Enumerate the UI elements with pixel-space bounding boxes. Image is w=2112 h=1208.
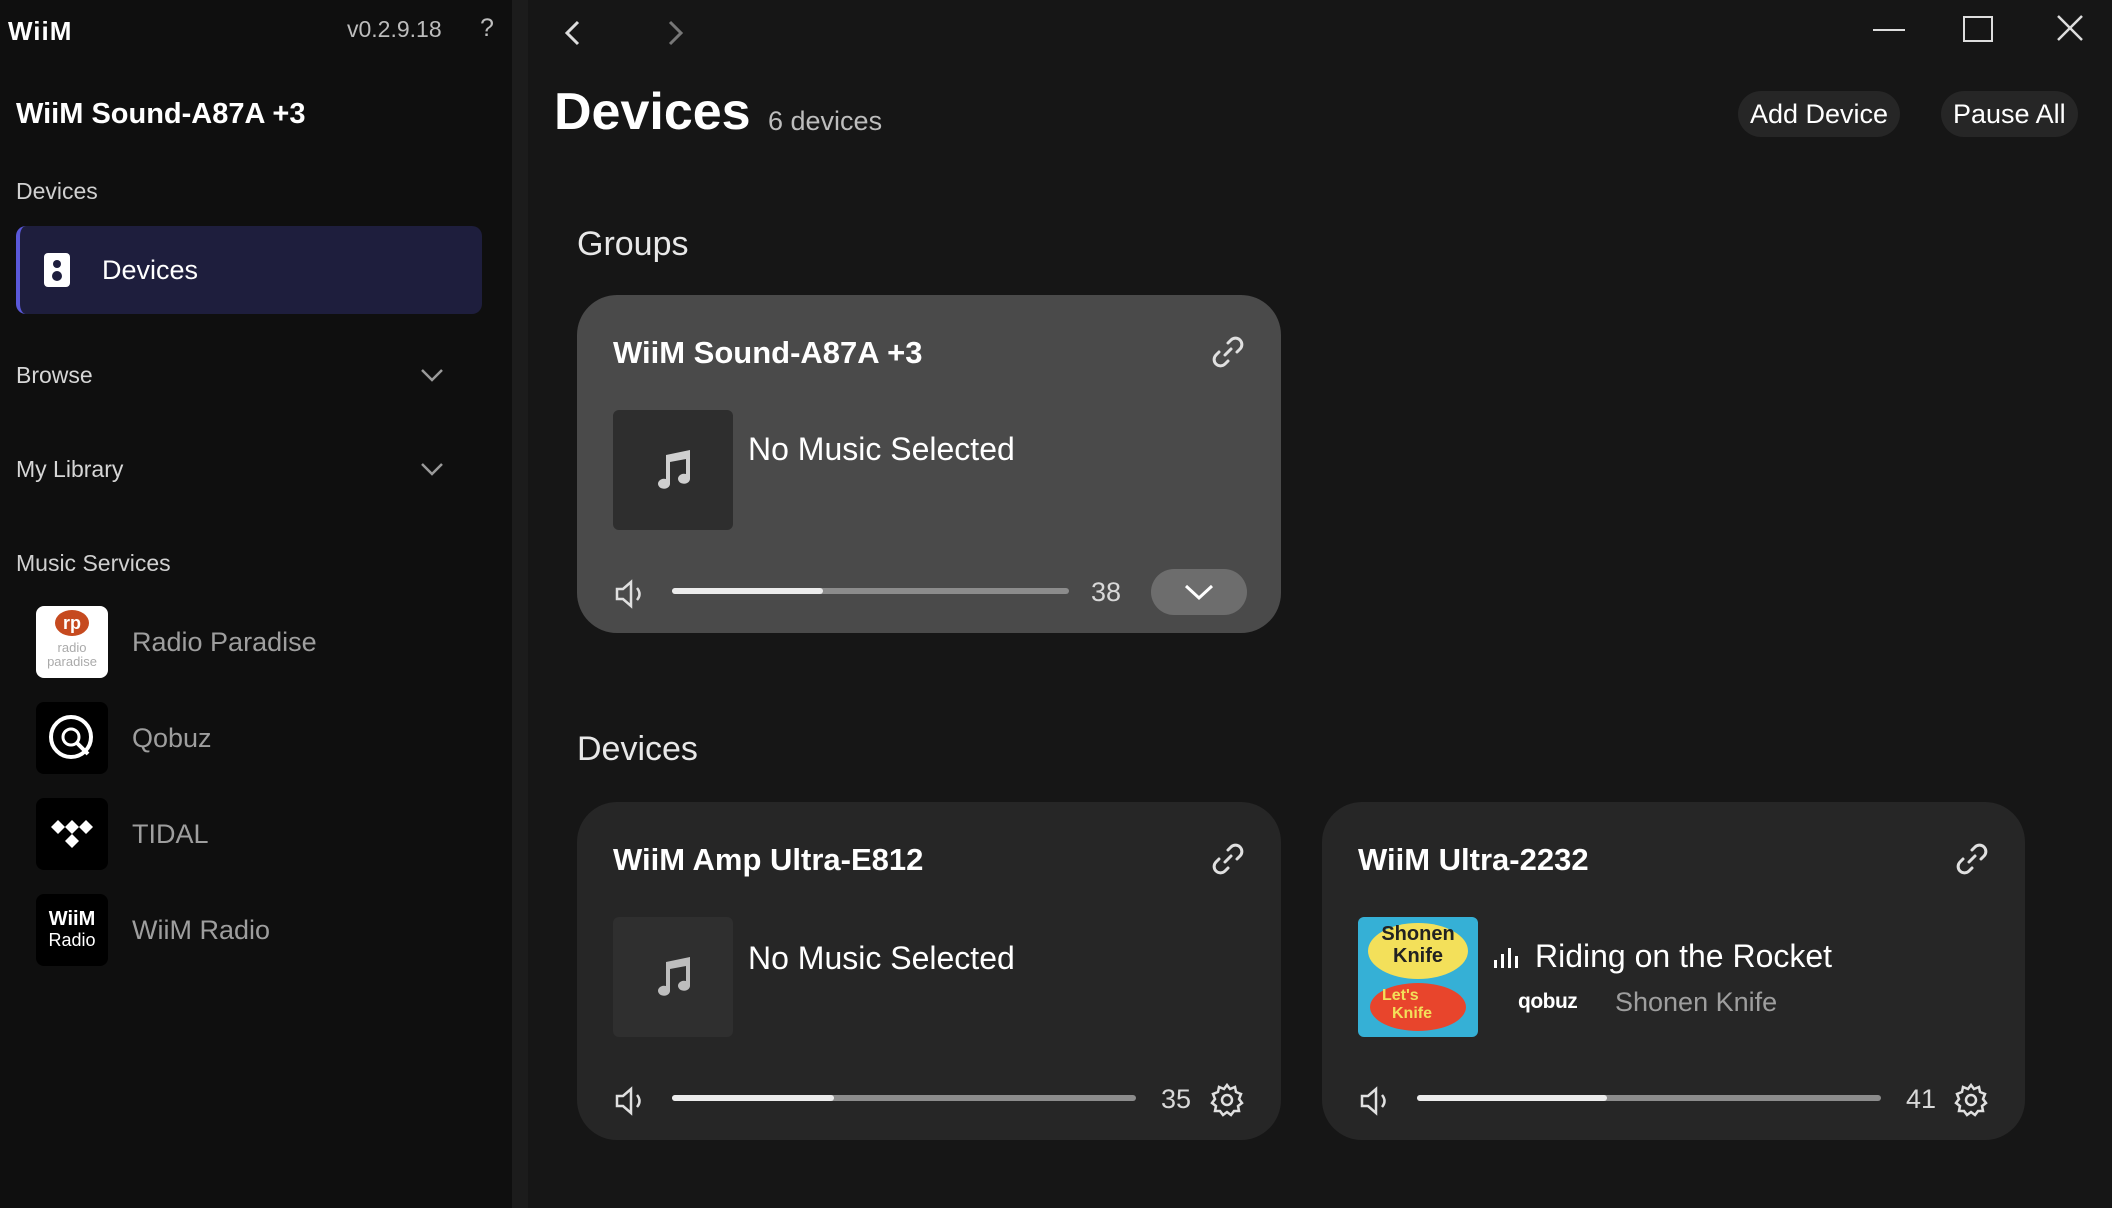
service-tidal[interactable]: TIDAL [36, 798, 209, 870]
devices-heading: Devices [577, 730, 698, 768]
sidebar-item-label: My Library [16, 455, 124, 482]
devices-section-label: Devices [16, 178, 98, 204]
album-art-placeholder [613, 917, 733, 1037]
sidebar-item-browse[interactable]: Browse [16, 355, 444, 395]
speaker-icon [44, 253, 70, 287]
track-title: No Music Selected [748, 431, 1015, 467]
page-title: Devices [554, 83, 751, 141]
track-title: Riding on the Rocket [1535, 938, 1833, 974]
help-button[interactable]: ? [480, 14, 494, 43]
service-radio-paradise[interactable]: rp radio paradise Radio Paradise [36, 606, 317, 678]
music-services-section-label: Music Services [16, 550, 171, 576]
groups-heading: Groups [577, 225, 689, 263]
qobuz-source-badge: qobuz [1518, 990, 1578, 1013]
radio-paradise-logo: rp radio paradise [36, 606, 108, 678]
chevron-down-icon [1184, 584, 1214, 601]
service-name: Radio Paradise [132, 626, 317, 657]
volume-value: 41 [1906, 1084, 1937, 1114]
service-name: TIDAL [132, 818, 209, 849]
service-wiim-radio[interactable]: WiiM Radio WiiM Radio [36, 894, 270, 966]
volume-value: 35 [1161, 1084, 1192, 1114]
group-name: WiiM Sound-A87A +3 [613, 335, 923, 370]
volume-icon[interactable] [613, 577, 649, 611]
track-title: No Music Selected [748, 940, 1015, 976]
chevron-down-icon [421, 463, 443, 476]
service-name: Qobuz [132, 722, 212, 753]
close-icon[interactable] [2050, 12, 2090, 48]
album-art: Shonen Knife Let's Knife [1358, 917, 1478, 1037]
now-playing-bars-icon [1494, 948, 1518, 968]
sidebar-item-label: Devices [102, 254, 199, 285]
volume-slider[interactable] [672, 588, 1069, 594]
chevron-down-icon [421, 369, 443, 382]
music-note-icon [658, 450, 690, 489]
sidebar-item-label: Browse [16, 361, 93, 388]
link-icon[interactable] [1955, 842, 1989, 876]
app-version: v0.2.9.18 [347, 16, 442, 42]
settings-gear-icon[interactable] [1953, 1082, 1989, 1118]
device-name: WiiM Ultra-2232 [1358, 842, 1589, 877]
link-icon[interactable] [1211, 842, 1245, 876]
maximize-icon[interactable] [1958, 12, 1998, 48]
device-count: 6 devices [768, 106, 883, 136]
tidal-logo-icon [51, 820, 93, 848]
qobuz-logo-icon [49, 715, 93, 759]
link-icon[interactable] [1211, 335, 1245, 369]
add-device-button[interactable]: Add Device [1738, 91, 1901, 137]
album-art-placeholder [613, 410, 733, 530]
device-name: WiiM Amp Ultra-E812 [613, 842, 924, 877]
sidebar-item-my-library[interactable]: My Library [16, 449, 444, 489]
expand-group-button[interactable] [1151, 569, 1247, 615]
volume-slider[interactable] [672, 1095, 1136, 1101]
group-card[interactable]: WiiM Sound-A87A +3 No Music Selected 38 [577, 295, 1281, 633]
current-group-name: WiiM Sound-A87A +3 [16, 98, 306, 130]
device-card[interactable]: WiiM Ultra-2232 Shonen Knife Let's Knife… [1322, 802, 2025, 1140]
volume-value: 38 [1091, 577, 1122, 607]
forward-arrow-icon[interactable] [660, 16, 690, 50]
sidebar-divider [512, 0, 528, 1208]
device-card[interactable]: WiiM Amp Ultra-E812 No Music Selected 35 [577, 802, 1281, 1140]
volume-slider[interactable] [1417, 1095, 1881, 1101]
back-arrow-icon[interactable] [558, 16, 588, 50]
pause-all-button[interactable]: Pause All [1941, 91, 2078, 137]
app-logo: WiiM [8, 16, 73, 46]
settings-gear-icon[interactable] [1209, 1082, 1245, 1118]
volume-icon[interactable] [613, 1084, 649, 1118]
sidebar-item-devices[interactable]: Devices [16, 226, 482, 314]
music-note-icon [658, 957, 690, 996]
service-name: WiiM Radio [132, 914, 271, 945]
wiim-radio-logo: WiiM Radio [36, 894, 108, 966]
artist-name: Shonen Knife [1615, 987, 1778, 1017]
sidebar: WiiM v0.2.9.18 ? WiiM Sound-A87A +3 Devi… [0, 0, 512, 1208]
minimize-icon[interactable] [1869, 12, 1909, 48]
service-qobuz[interactable]: Qobuz [36, 702, 212, 774]
volume-icon[interactable] [1358, 1084, 1394, 1118]
